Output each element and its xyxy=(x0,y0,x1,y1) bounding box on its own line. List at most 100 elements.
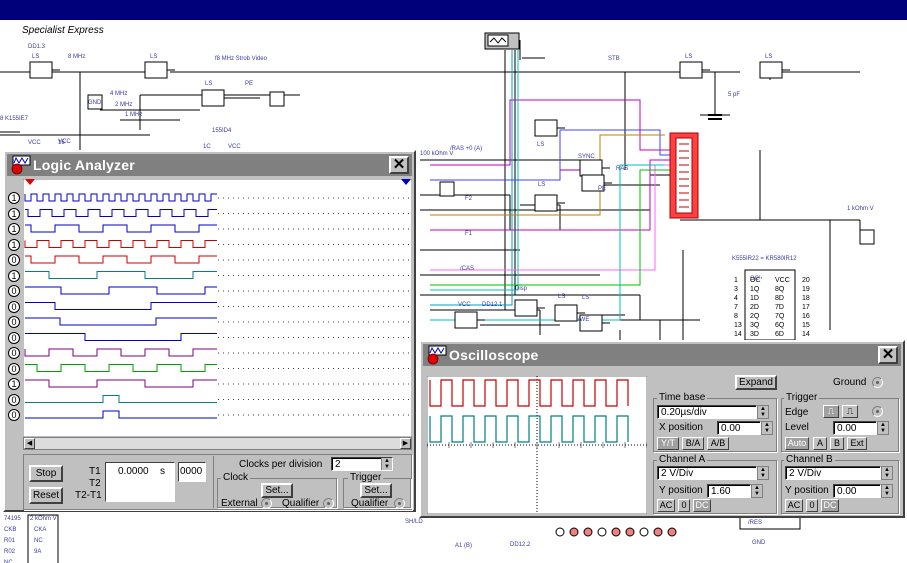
reset-button[interactable]: Reset xyxy=(29,487,63,504)
chip-pin-number: 7 xyxy=(734,304,738,311)
edge-radio[interactable] xyxy=(872,406,883,417)
channel-b-zero-button[interactable]: 0 xyxy=(806,499,818,512)
spin-down-icon[interactable]: ▼ xyxy=(882,491,892,497)
oscilloscope-title: Oscilloscope xyxy=(449,347,539,363)
oscilloscope-app-icon xyxy=(427,345,447,365)
schematic-label: K555IR22 = KR580IR12 xyxy=(732,256,797,262)
channel-a-dc-button[interactable]: DC xyxy=(693,499,711,512)
oscilloscope-title-bar[interactable]: Oscilloscope ✕ xyxy=(423,344,901,366)
schematic-label: R01 xyxy=(4,538,16,544)
time-readout-box: 0.0000 s xyxy=(105,462,175,502)
channel-a-y-position-label: Y position xyxy=(659,485,703,496)
led-indicator xyxy=(569,527,579,537)
level-label: Level xyxy=(785,422,809,433)
channel-a-scale-input[interactable]: 2 V/Div xyxy=(657,466,757,480)
trigger-auto-button[interactable]: Auto xyxy=(785,437,809,450)
chip-pin-number: 17 xyxy=(802,304,810,311)
channel-b-y-position-input[interactable]: 0.00 xyxy=(833,484,881,498)
schematic-label: CKA xyxy=(34,527,46,533)
scroll-left-arrow-icon[interactable]: ◀ xyxy=(24,438,35,449)
schematic-label: 2 MHz xyxy=(115,102,132,108)
trigger-label: Trigger xyxy=(784,392,820,403)
schematic-label: 5 pF xyxy=(728,92,740,98)
mode-ba-button[interactable]: B/A xyxy=(682,437,704,450)
trigger-set-button[interactable]: Set... xyxy=(360,483,392,498)
chip-pin-number: 19 xyxy=(802,286,810,293)
spin-down-icon[interactable]: ▼ xyxy=(762,428,772,434)
channel-a-scale-spinner[interactable]: ▲ ▼ xyxy=(757,466,769,480)
t2-t1-label: T2-T1 xyxy=(75,490,102,501)
schematic-label: /RES xyxy=(748,520,762,526)
x-position-spinner[interactable]: ▲ ▼ xyxy=(761,421,773,435)
channel-a-zero-button[interactable]: 0 xyxy=(678,499,690,512)
expand-button[interactable]: Expand xyxy=(735,375,777,390)
falling-edge-icon[interactable]: ⎍ xyxy=(842,405,858,418)
external-label: External xyxy=(221,498,258,509)
rising-edge-icon[interactable]: ⎍ xyxy=(823,405,839,418)
scroll-right-arrow-icon[interactable]: ▶ xyxy=(400,438,411,449)
trigger-a-button[interactable]: A xyxy=(813,437,827,450)
schematic-label: DD12.2 xyxy=(510,542,531,548)
schematic-label: LS xyxy=(32,54,39,60)
logic-gate xyxy=(534,194,558,212)
channel-b-ac-button[interactable]: AC xyxy=(785,499,803,512)
schematic-label: LS xyxy=(685,54,692,60)
logic-analyzer-close-button[interactable]: ✕ xyxy=(389,156,409,174)
channel-b-scale-spinner[interactable]: ▲ ▼ xyxy=(881,466,893,480)
spin-down-icon[interactable]: ▼ xyxy=(882,473,892,479)
oscilloscope-close-button[interactable]: ✕ xyxy=(878,346,898,364)
led-indicator xyxy=(667,527,677,537)
channel-b-y-position-spinner[interactable]: ▲ ▼ xyxy=(881,484,893,498)
external-clock-radio[interactable] xyxy=(261,498,272,509)
chip-pin-number: 3 xyxy=(734,286,738,293)
trigger-qualifier-radio[interactable] xyxy=(394,498,405,509)
spin-down-icon[interactable]: ▼ xyxy=(758,473,768,479)
schematic-label: 100 kOhm V xyxy=(420,151,453,157)
trigger-level-input[interactable]: 0.00 xyxy=(833,421,877,435)
spin-down-icon[interactable]: ▼ xyxy=(878,428,888,434)
spin-down-icon[interactable]: ▼ xyxy=(752,491,762,497)
channel-b-scale-input[interactable]: 2 V/Div xyxy=(785,466,881,480)
schematic-label: 8 MHz xyxy=(68,54,85,60)
spin-down-icon[interactable]: ▼ xyxy=(382,464,392,470)
channel-value-13: 0 xyxy=(8,393,20,406)
mode-ab-button[interactable]: A/B xyxy=(707,437,729,450)
mode-yt-button[interactable]: Y/T xyxy=(657,437,679,450)
stop-button[interactable]: Stop xyxy=(29,465,63,482)
logic-analyzer-title-bar[interactable]: Logic Analyzer ✕ xyxy=(7,154,412,176)
trigger-level-spinner[interactable]: ▲ ▼ xyxy=(877,421,889,435)
oscilloscope-screen xyxy=(427,376,647,514)
waveform-horizontal-scrollbar[interactable]: ◀ ▶ xyxy=(23,437,412,450)
channel-value-1: 1 xyxy=(8,207,20,220)
hex-value: 0000 xyxy=(180,466,203,477)
x-position-input[interactable]: 0.00 xyxy=(717,421,761,435)
trigger-ext-button[interactable]: Ext xyxy=(847,437,867,450)
spin-down-icon[interactable]: ▼ xyxy=(758,412,768,418)
chip-pin-number: 8 xyxy=(734,313,738,320)
clock-qualifier-radio[interactable] xyxy=(323,498,334,509)
channel-b-dc-button[interactable]: DC xyxy=(821,499,839,512)
chip-pin-name: 1D xyxy=(750,295,759,302)
schematic-label: 1 MHz xyxy=(125,112,142,118)
ground-radio[interactable] xyxy=(872,377,883,388)
schematic-label: 74195 xyxy=(4,516,21,522)
time-base-spinner[interactable]: ▲ ▼ xyxy=(757,405,769,419)
time-base-input[interactable]: 0.20µs/div xyxy=(657,405,757,419)
logic-gate xyxy=(201,89,225,107)
channel-a-y-position-input[interactable]: 1.60 xyxy=(707,484,751,498)
chip-pin-number: 18 xyxy=(802,295,810,302)
schematic-label: LS xyxy=(150,54,157,60)
channel-a-ac-button[interactable]: AC xyxy=(657,499,675,512)
schematic-label: CKB xyxy=(4,527,16,533)
schematic-label: /RAS +0 (A) xyxy=(450,146,482,152)
chip-pin-number: 1 xyxy=(734,277,738,284)
trigger-b-button[interactable]: B xyxy=(830,437,844,450)
logic-analyzer-waveform-display[interactable] xyxy=(23,179,412,437)
clocks-per-division-spinner[interactable]: ▲ ▼ xyxy=(381,458,392,470)
chip-pin-name: 3D xyxy=(750,331,759,338)
channel-value-9: 0 xyxy=(8,331,20,344)
channel-a-y-position-spinner[interactable]: ▲ ▼ xyxy=(751,484,763,498)
schematic-label: PE xyxy=(598,186,606,192)
clock-set-button[interactable]: Set... xyxy=(261,483,293,498)
t1-label: T1 xyxy=(89,466,101,477)
